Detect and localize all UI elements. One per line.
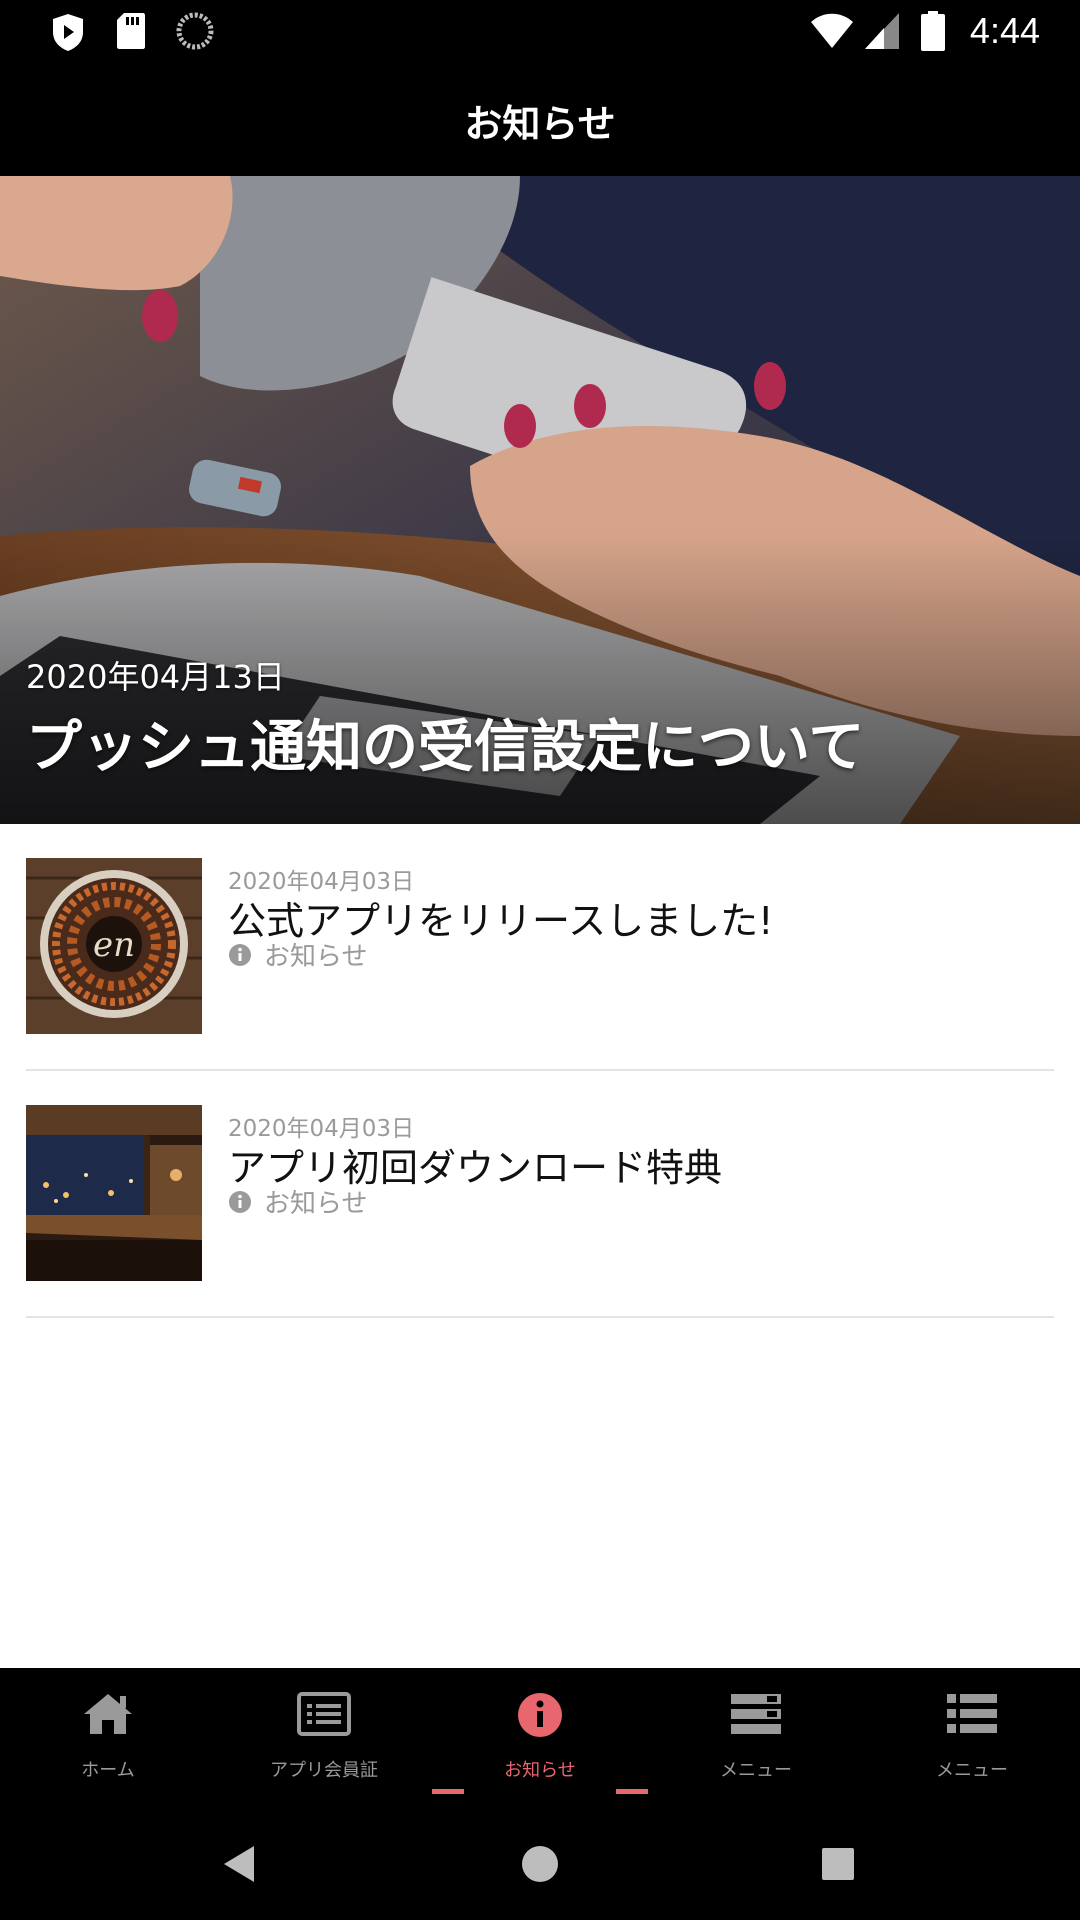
news-category-label: お知らせ: [264, 942, 368, 972]
menu-list-icon: [731, 1694, 781, 1734]
info-icon: [518, 1693, 562, 1737]
info-icon: [229, 943, 251, 966]
news-thumbnail: [26, 1105, 202, 1281]
news-thumbnail: en: [26, 858, 202, 1034]
news-category-label: お知らせ: [264, 1189, 368, 1219]
clock: 4:44: [969, 10, 1040, 51]
shield-icon: [53, 14, 83, 51]
member-card-icon: [297, 1692, 351, 1736]
news-category: お知らせ: [228, 1183, 367, 1220]
list-item[interactable]: en 2020年04月03日 公式アプリをリリースしました! お知らせ: [26, 824, 1054, 1071]
list-item[interactable]: 2020年04月03日 アプリ初回ダウンロード特典 お知らせ: [26, 1071, 1054, 1318]
featured-news-card[interactable]: 2020年04月13日 プッシュ通知の受信設定について: [0, 176, 1080, 824]
nav-item-menu[interactable]: メニュー: [648, 1668, 864, 1808]
active-tab-indicator-right: [616, 1789, 648, 1794]
nav-label: メニュー: [720, 1760, 792, 1781]
status-bar: 4:44: [0, 0, 1080, 64]
sync-icon: [176, 12, 214, 50]
wifi-icon: [811, 13, 853, 48]
active-tab-indicator-left: [432, 1789, 464, 1794]
nav-item-home[interactable]: ホーム: [0, 1668, 216, 1808]
list-icon: [947, 1694, 997, 1733]
recents-icon[interactable]: [820, 1846, 856, 1882]
news-category: お知らせ: [228, 936, 367, 973]
battery-icon: [921, 11, 945, 51]
home-circle-icon[interactable]: [520, 1844, 560, 1884]
nav-label: ホーム: [81, 1760, 135, 1781]
bottom-navigation: ホーム アプリ会員証 お知らせ メニュー メニュー: [0, 1668, 1080, 1808]
featured-news-date: 2020年04月13日: [26, 658, 285, 696]
nav-item-menu-list[interactable]: メニュー: [864, 1668, 1080, 1808]
nav-item-news[interactable]: お知らせ: [432, 1668, 648, 1808]
home-icon: [84, 1694, 132, 1734]
signal-icon: [865, 13, 899, 49]
system-navigation-bar: [0, 1808, 1080, 1920]
app-bar: お知らせ: [0, 64, 1080, 176]
back-icon[interactable]: [222, 1844, 256, 1884]
svg-text:en: en: [93, 925, 135, 965]
featured-news-title: プッシュ通知の受信設定について: [26, 715, 865, 780]
page-title: お知らせ: [464, 101, 616, 146]
nav-label: メニュー: [936, 1760, 1008, 1781]
news-list: en 2020年04月03日 公式アプリをリリースしました! お知らせ 2020…: [0, 824, 1080, 1318]
nav-item-member-card[interactable]: アプリ会員証: [216, 1668, 432, 1808]
nav-label: お知らせ: [504, 1760, 576, 1781]
info-icon: [229, 1190, 251, 1213]
sd-card-icon: [117, 13, 145, 49]
nav-label: アプリ会員証: [270, 1760, 378, 1781]
